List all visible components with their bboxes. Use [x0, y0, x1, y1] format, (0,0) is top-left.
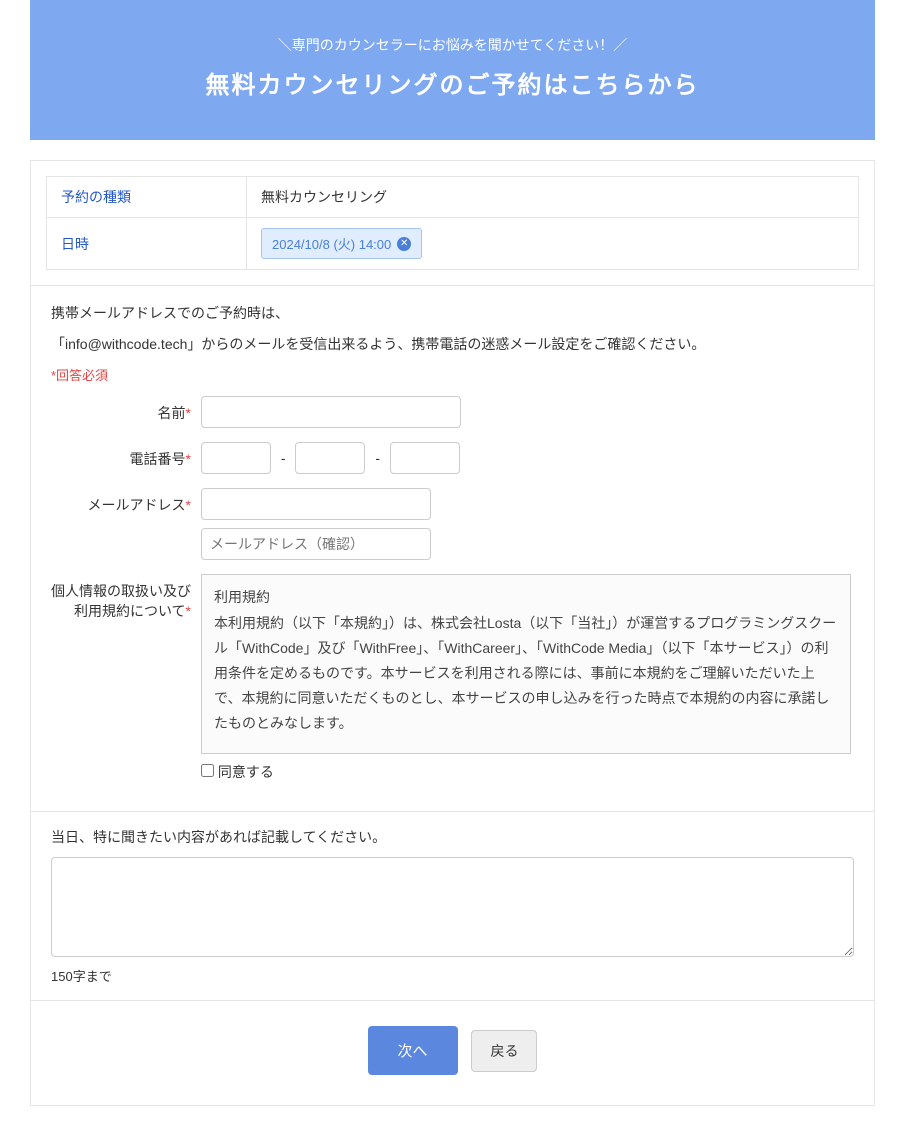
email-input[interactable] — [201, 488, 431, 520]
agree-label-wrapper[interactable]: 同意する — [201, 764, 274, 780]
extra-section: 当日、特に聞きたい内容があれば記載してください。 150字まで — [31, 811, 874, 1000]
name-label: 名前* — [51, 396, 201, 423]
agree-label-text: 同意する — [218, 764, 274, 780]
form-container: 予約の種類 無料カウンセリング 日時 2024/10/8 (火) 14:00 ✕… — [30, 160, 875, 1106]
reservation-datetime-cell: 2024/10/8 (火) 14:00 ✕ — [247, 218, 859, 270]
banner-title: 無料カウンセリングのご予約はこちらから — [50, 65, 855, 100]
button-row: 次へ 戻る — [31, 1000, 874, 1105]
phone-row: 電話番号* - - — [51, 442, 854, 474]
email-row: メールアドレス* — [51, 488, 854, 560]
terms-textarea[interactable]: 利用規約 本利用規約（以下「本規約」）は、株式会社Losta（以下「当社」）が運… — [201, 574, 851, 754]
reservation-type-value: 無料カウンセリング — [247, 177, 859, 218]
phone-input-2[interactable] — [295, 442, 365, 474]
banner-subtitle: ＼専門のカウンセラーにお悩みを聞かせてください！／ — [50, 35, 855, 55]
extra-label: 当日、特に聞きたい内容があれば記載してください。 — [51, 827, 854, 847]
table-row: 予約の種類 無料カウンセリング — [47, 177, 859, 218]
datetime-chip-text: 2024/10/8 (火) 14:00 — [272, 234, 391, 253]
header-banner: ＼専門のカウンセラーにお悩みを聞かせてください！／ 無料カウンセリングのご予約は… — [30, 0, 875, 140]
char-limit: 150字まで — [51, 966, 854, 985]
required-note: *回答必須 — [51, 365, 854, 384]
name-row: 名前* — [51, 396, 854, 428]
terms-heading: 利用規約 — [214, 585, 838, 610]
close-icon[interactable]: ✕ — [397, 237, 411, 251]
reservation-info-table: 予約の種類 無料カウンセリング 日時 2024/10/8 (火) 14:00 ✕ — [46, 176, 859, 270]
phone-input-3[interactable] — [390, 442, 460, 474]
datetime-chip[interactable]: 2024/10/8 (火) 14:00 ✕ — [261, 228, 422, 259]
name-input[interactable] — [201, 396, 461, 428]
agree-checkbox[interactable] — [201, 764, 214, 777]
next-button[interactable]: 次へ — [368, 1026, 458, 1075]
email-label: メールアドレス* — [51, 488, 201, 515]
phone-label: 電話番号* — [51, 442, 201, 469]
table-row: 日時 2024/10/8 (火) 14:00 ✕ — [47, 218, 859, 270]
reservation-type-label: 予約の種類 — [47, 177, 247, 218]
terms-row: 個人情報の取扱い及び 利用規約について* 利用規約 本利用規約（以下「本規約」）… — [51, 574, 854, 782]
notice-section: 携帯メールアドレスでのご予約時は、 「info@withcode.tech」から… — [31, 285, 874, 811]
extra-textarea[interactable] — [51, 857, 854, 957]
agree-row: 同意する — [201, 762, 854, 782]
terms-body: 本利用規約（以下「本規約」）は、株式会社Losta（以下「当社」）が運営するプロ… — [214, 611, 838, 737]
email-confirm-input[interactable] — [201, 528, 431, 560]
back-button[interactable]: 戻る — [471, 1030, 537, 1072]
reservation-datetime-label: 日時 — [47, 218, 247, 270]
phone-separator: - — [275, 450, 292, 466]
notice-line-2: 「info@withcode.tech」からのメールを受信出来るよう、携帯電話の… — [51, 332, 854, 357]
notice-line-1: 携帯メールアドレスでのご予約時は、 — [51, 301, 854, 326]
phone-input-1[interactable] — [201, 442, 271, 474]
phone-separator: - — [369, 450, 386, 466]
terms-label: 個人情報の取扱い及び 利用規約について* — [51, 574, 201, 621]
